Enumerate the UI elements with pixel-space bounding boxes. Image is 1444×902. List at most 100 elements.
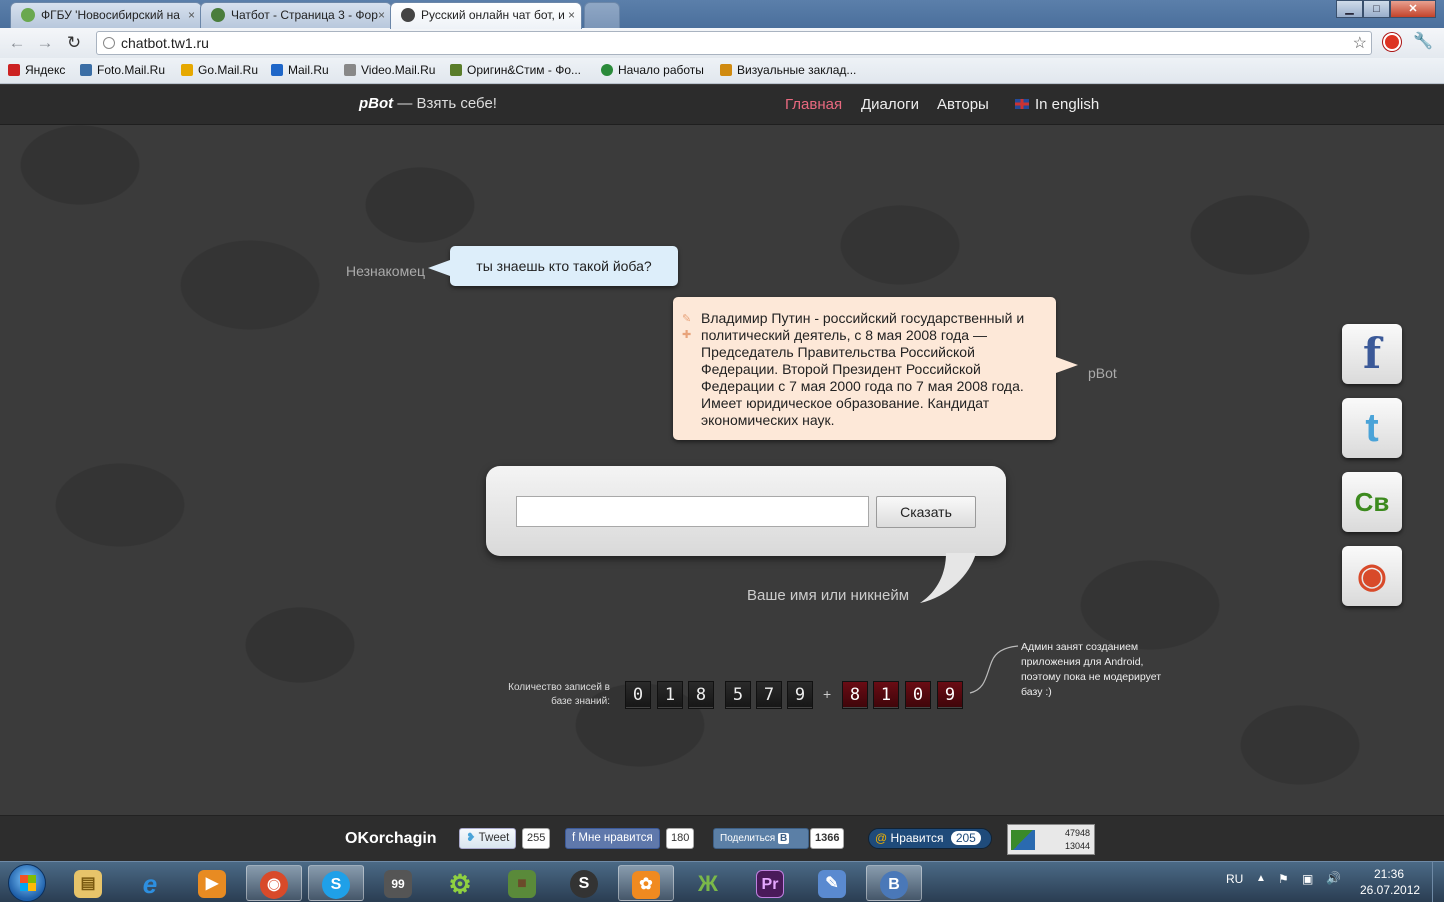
taskbar-steam[interactable]: S	[556, 865, 612, 901]
tab-chatbot-forum[interactable]: Чатбот - Страница 3 - Фор ×	[200, 2, 392, 28]
premiere-icon: Pr	[756, 869, 784, 898]
bookmark-foto-mail[interactable]: Foto.Mail.Ru	[80, 63, 165, 77]
bookmark-visual-bookmarks[interactable]: Визуальные заклад...	[720, 63, 856, 77]
taskbar-icq[interactable]: ✿	[618, 865, 674, 901]
say-button[interactable]: Сказать	[876, 496, 976, 528]
tab-fgbu[interactable]: ФГБУ 'Новосибирский на ×	[10, 2, 202, 28]
tab-title: Русский онлайн чат бот, и	[421, 8, 565, 22]
site-logo[interactable]: pBot — Взять себе!	[359, 95, 497, 112]
message-input[interactable]	[516, 496, 869, 527]
taskbar-media-player[interactable]: ▶	[184, 865, 240, 901]
taskbar-chrome[interactable]: ◉	[246, 865, 302, 901]
monitor-icon: 99	[384, 869, 412, 898]
tab-favicon	[21, 8, 35, 22]
vkontakte-button[interactable]: Св	[1342, 472, 1402, 532]
tweet-count: 255	[522, 828, 551, 849]
chrome-store-button[interactable]: ◉	[1342, 546, 1402, 606]
tab-pbot[interactable]: Русский онлайн чат бот, и ×	[390, 2, 582, 29]
bookmark-origin-steam[interactable]: Оригин&Стим - Фо...	[450, 63, 581, 77]
browser-toolbar: ← → ↻ chatbot.tw1.ru ☆	[0, 28, 1444, 58]
back-button[interactable]: ←	[6, 32, 28, 54]
nickname-label[interactable]: Ваше имя или никнейм	[747, 587, 909, 604]
taskbar-skype[interactable]: S	[308, 865, 364, 901]
bookmark-getting-started[interactable]: Начало работы	[601, 63, 704, 77]
bookmark-go-mail[interactable]: Go.Mail.Ru	[181, 63, 258, 77]
count-digit: 1	[657, 681, 683, 709]
fb-like-button[interactable]: f Мне нравится	[565, 828, 660, 849]
bot-message-bubble: ✎ ✚ Владимир Путин - российский государст…	[673, 297, 1078, 440]
mailru-like-count: 205	[950, 831, 981, 845]
taskbar-app-99[interactable]: 99	[370, 865, 426, 901]
clock-date[interactable]: 26.07.2012	[1360, 883, 1420, 897]
taskbar-explorer[interactable]: ▤	[60, 865, 116, 901]
reload-button[interactable]: ↻	[63, 32, 85, 54]
skype-icon: S	[322, 870, 350, 899]
count-digit: 5	[725, 681, 751, 709]
icq-icon: ✿	[632, 870, 660, 899]
bookmarks-bar: Яндекс Foto.Mail.Ru Go.Mail.Ru Mail.Ru V…	[0, 58, 1444, 84]
wrench-menu-icon[interactable]: 🔧	[1413, 31, 1433, 51]
tab-close-icon[interactable]: ×	[378, 3, 385, 27]
count-digit: 7	[756, 681, 782, 709]
tab-favicon	[211, 8, 225, 22]
tweet-button[interactable]: ❥ Tweet	[459, 828, 517, 849]
adblock-extension-icon[interactable]	[1383, 33, 1401, 51]
twitter-button[interactable]: t	[1342, 398, 1402, 458]
nav-english[interactable]: In english	[1015, 96, 1099, 113]
close-window-button[interactable]: ✕	[1390, 0, 1436, 18]
forward-button[interactable]: →	[34, 32, 56, 54]
taskbar-ie[interactable]: e	[122, 865, 178, 901]
bookmark-star-icon[interactable]: ☆	[1353, 33, 1367, 53]
twitter-bird-icon: ❥	[466, 832, 476, 844]
bookmark-yandex[interactable]: Яндекс	[8, 63, 65, 77]
vk-share-button[interactable]: Поделиться B	[713, 828, 809, 849]
counter-logo-icon	[1011, 830, 1035, 850]
chat-form: Сказать	[486, 466, 1006, 556]
bot-name-label: pBot	[1088, 365, 1117, 381]
grid-icon	[720, 64, 732, 76]
minimize-button[interactable]: ▁	[1336, 0, 1363, 18]
nav-home[interactable]: Главная	[785, 96, 842, 113]
taskbar-paint[interactable]: ✎	[804, 865, 860, 901]
liveinternet-counter[interactable]: 47948 13044	[1007, 824, 1095, 855]
show-desktop-button[interactable]	[1432, 862, 1444, 902]
language-indicator[interactable]: RU	[1226, 872, 1243, 886]
taskbar-minecraft[interactable]: ■	[494, 865, 550, 901]
tab-close-icon[interactable]: ×	[568, 3, 575, 27]
facebook-button[interactable]: f	[1342, 324, 1402, 384]
tab-favicon	[401, 8, 415, 22]
address-url[interactable]: chatbot.tw1.ru	[121, 35, 209, 51]
nav-authors[interactable]: Авторы	[937, 96, 989, 113]
taskbar-premiere[interactable]: Pr	[742, 865, 798, 901]
site-header: pBot — Взять себе! Главная Диалоги Автор…	[0, 85, 1444, 125]
action-center-flag-icon[interactable]: ⚑	[1278, 872, 1289, 886]
bookmark-icon	[181, 64, 193, 76]
volume-icon[interactable]: 🔊	[1326, 871, 1341, 885]
bookmark-mail-ru[interactable]: Mail.Ru	[271, 63, 329, 77]
maximize-button[interactable]: □	[1363, 0, 1390, 18]
tab-close-icon[interactable]: ×	[188, 3, 195, 27]
clock-time[interactable]: 21:36	[1374, 867, 1404, 881]
pencil-icon[interactable]: ✎ ✚	[682, 311, 691, 343]
taskbar-b-app[interactable]: B	[866, 865, 922, 901]
footer-brand[interactable]: OKorchagin	[345, 830, 437, 848]
count-digit: 8	[688, 681, 714, 709]
taskbar-butterfly-app[interactable]: Ж	[680, 865, 736, 901]
taskbar-gear-app[interactable]: ⚙	[432, 865, 488, 901]
start-button[interactable]	[8, 864, 46, 902]
mailru-like-button[interactable]: @ Нравится 205	[868, 828, 992, 849]
uk-flag-icon	[1015, 99, 1029, 109]
nav-dialogs[interactable]: Диалоги	[861, 96, 919, 113]
paint-palette-icon: ✎	[818, 869, 846, 898]
pending-digit: 8	[842, 681, 868, 709]
new-tab-button[interactable]	[584, 2, 620, 28]
chrome-icon	[601, 64, 613, 76]
bookmark-video-mail[interactable]: Video.Mail.Ru	[344, 63, 435, 77]
address-bar[interactable]: chatbot.tw1.ru ☆	[96, 31, 1372, 55]
minecraft-icon: ■	[508, 869, 536, 898]
gear-icon: ⚙	[448, 868, 472, 899]
show-hidden-icons[interactable]: ▲	[1256, 873, 1266, 884]
page-icon	[103, 37, 115, 49]
tab-title: ФГБУ 'Новосибирский на	[41, 8, 180, 22]
network-icon[interactable]: ▣	[1302, 872, 1313, 886]
